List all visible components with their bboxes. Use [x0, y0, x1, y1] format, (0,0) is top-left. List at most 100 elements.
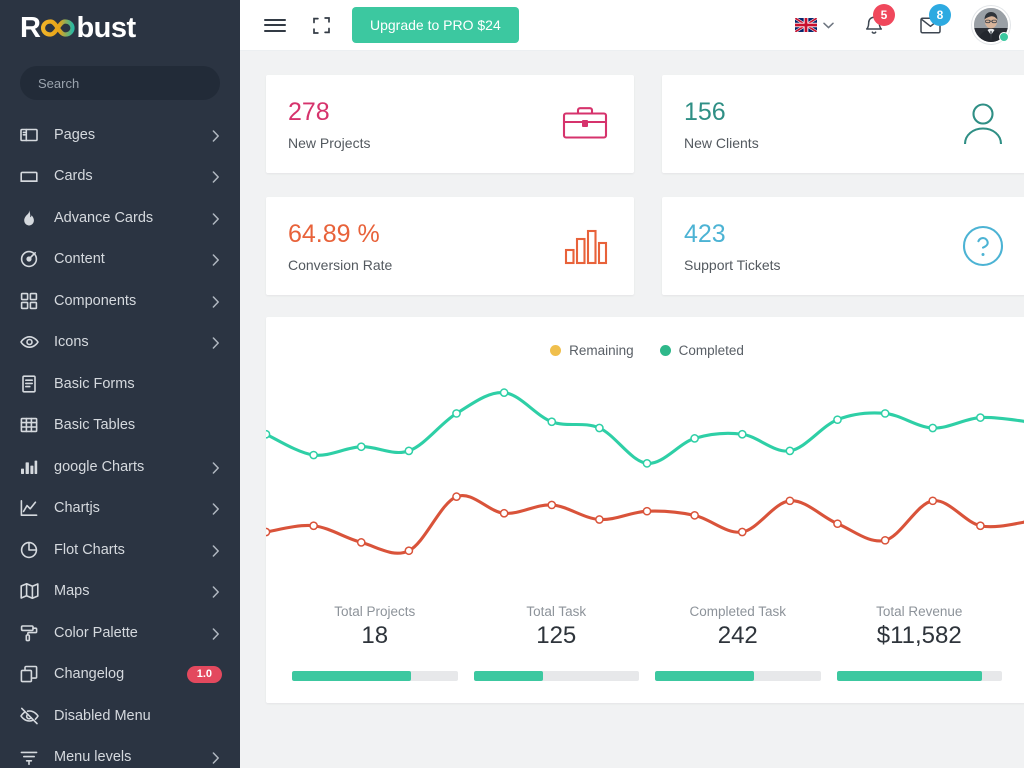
data-point [976, 521, 985, 531]
language-selector[interactable] [791, 16, 838, 34]
data-point [499, 388, 509, 397]
progress-fill [473, 671, 543, 681]
chevron-right-icon [212, 130, 222, 142]
sidebar-item-components[interactable]: Components [0, 280, 240, 322]
flame-icon [20, 208, 42, 228]
form-icon [20, 374, 42, 394]
chevron-right-icon [212, 503, 222, 515]
sidebar-item-cards[interactable]: Cards [0, 156, 240, 198]
sidebar-item-advance-cards[interactable]: Advance Cards [0, 197, 240, 239]
stat-label: Conversion Rate [288, 257, 393, 274]
messages-button[interactable]: 8 [910, 4, 951, 45]
sidebar-item-flot-charts[interactable]: Flot Charts [0, 529, 240, 571]
series-line-remaining [266, 493, 1024, 555]
stat-card-support-tickets: 423 Support Tickets [662, 197, 1024, 295]
briefcase-icon [562, 104, 608, 144]
eye-off-icon [20, 706, 42, 726]
data-point [266, 429, 271, 439]
hamburger-icon[interactable] [258, 8, 292, 42]
fullscreen-icon[interactable] [304, 8, 338, 42]
line-chart-icon [20, 498, 42, 518]
card-icon [20, 166, 42, 186]
data-point [595, 423, 604, 433]
progress-bar [473, 671, 639, 681]
total-label: Completed Task [689, 604, 787, 619]
sidebar-item-changelog[interactable]: Changelog 1.0 [0, 654, 240, 696]
sidebar-item-pages[interactable]: Pages [0, 114, 240, 156]
sidebar-item-disabled-menu[interactable]: Disabled Menu [0, 695, 240, 737]
infinity-icon [41, 15, 76, 41]
sidebar-item-chartjs[interactable]: Chartjs [0, 488, 240, 530]
data-point [833, 415, 842, 425]
progress-fill [655, 671, 755, 681]
total-completed-task: Completed Task 242 [647, 604, 829, 681]
notifications-button[interactable]: 5 [854, 4, 895, 45]
legend-item-remaining[interactable]: Remaining [550, 343, 634, 358]
chevron-right-icon [212, 254, 222, 266]
sidebar-item-color-palette[interactable]: Color Palette [0, 612, 240, 654]
sidebar-item-basic-forms[interactable]: Basic Forms [0, 363, 240, 405]
chevron-right-icon [212, 296, 222, 308]
series-line-completed [266, 391, 1024, 465]
sidebar-item-label: Chartjs [54, 500, 100, 517]
stat-value: 64.89 % [288, 219, 380, 248]
data-point [309, 521, 318, 531]
data-point [737, 527, 747, 537]
chevron-down-icon [823, 16, 834, 34]
online-status-dot [999, 32, 1009, 42]
brand-logo[interactable]: R bust [0, 0, 240, 56]
sidebar-item-label: Components [54, 292, 137, 309]
sidebar-item-basic-tables[interactable]: Basic Tables [0, 405, 240, 447]
data-point [404, 446, 414, 456]
brand-prefix: R [20, 11, 41, 44]
data-point [642, 459, 652, 468]
total-total-task: Total Task 125 [466, 604, 648, 681]
pie-chart-icon [20, 540, 42, 560]
pages-icon [20, 125, 42, 145]
sidebar-item-label: Menu levels [54, 749, 132, 766]
notification-count-badge: 5 [873, 4, 895, 26]
data-point [356, 538, 366, 547]
sidebar-item-label: Content [54, 251, 105, 268]
sidebar-item-menu-levels[interactable]: Menu levels [0, 737, 240, 768]
chevron-right-icon [212, 628, 222, 640]
chevron-right-icon [212, 171, 222, 183]
bar-chart-icon [20, 457, 42, 477]
sidebar-item-label: google Charts [54, 458, 145, 475]
avatar[interactable] [972, 6, 1010, 44]
sidebar-item-google-charts[interactable]: google Charts [0, 446, 240, 488]
total-value: 18 [361, 622, 389, 649]
chevron-right-icon [212, 545, 222, 557]
paint-roller-icon [20, 623, 42, 643]
projects-chart-card: Remaining Completed Total Projects 18 Total… [266, 317, 1024, 703]
legend-item-completed[interactable]: Completed [659, 343, 744, 358]
search-input[interactable] [20, 66, 220, 100]
sidebar-item-label: Color Palette [54, 624, 138, 641]
data-point [880, 535, 890, 545]
total-value: 125 [536, 622, 577, 649]
chevron-right-icon [212, 462, 222, 474]
sidebar-item-content[interactable]: Content [0, 239, 240, 281]
data-point [833, 519, 842, 529]
chevron-right-icon [212, 586, 222, 598]
data-point [356, 442, 366, 452]
sidebar-item-maps[interactable]: Maps [0, 571, 240, 613]
total-total-revenue: Total Revenue $11,582 [829, 604, 1011, 681]
eye-icon [20, 332, 42, 352]
data-point [547, 417, 557, 427]
chevron-right-icon [212, 337, 222, 349]
data-point [642, 506, 652, 516]
progress-bar [836, 671, 1002, 681]
chevron-right-icon [212, 752, 222, 764]
progress-bar [655, 671, 821, 681]
sidebar: R bust Search Pages Cards Advance Cards … [0, 0, 240, 768]
sidebar-item-label: Maps [54, 583, 90, 600]
upgrade-to-pro-button[interactable]: Upgrade to PRO $24 [352, 7, 519, 43]
legend-color-dot [659, 345, 671, 356]
message-count-badge: 8 [929, 4, 951, 26]
total-total-projects: Total Projects 18 [284, 604, 466, 681]
stat-label: New Clients [684, 135, 759, 152]
stat-card-conversion-rate: 64.89 % Conversion Rate [266, 197, 634, 295]
totals-row: Total Projects 18 Total Task 125 Completed T… [266, 600, 1024, 703]
sidebar-item-icons[interactable]: Icons [0, 322, 240, 364]
